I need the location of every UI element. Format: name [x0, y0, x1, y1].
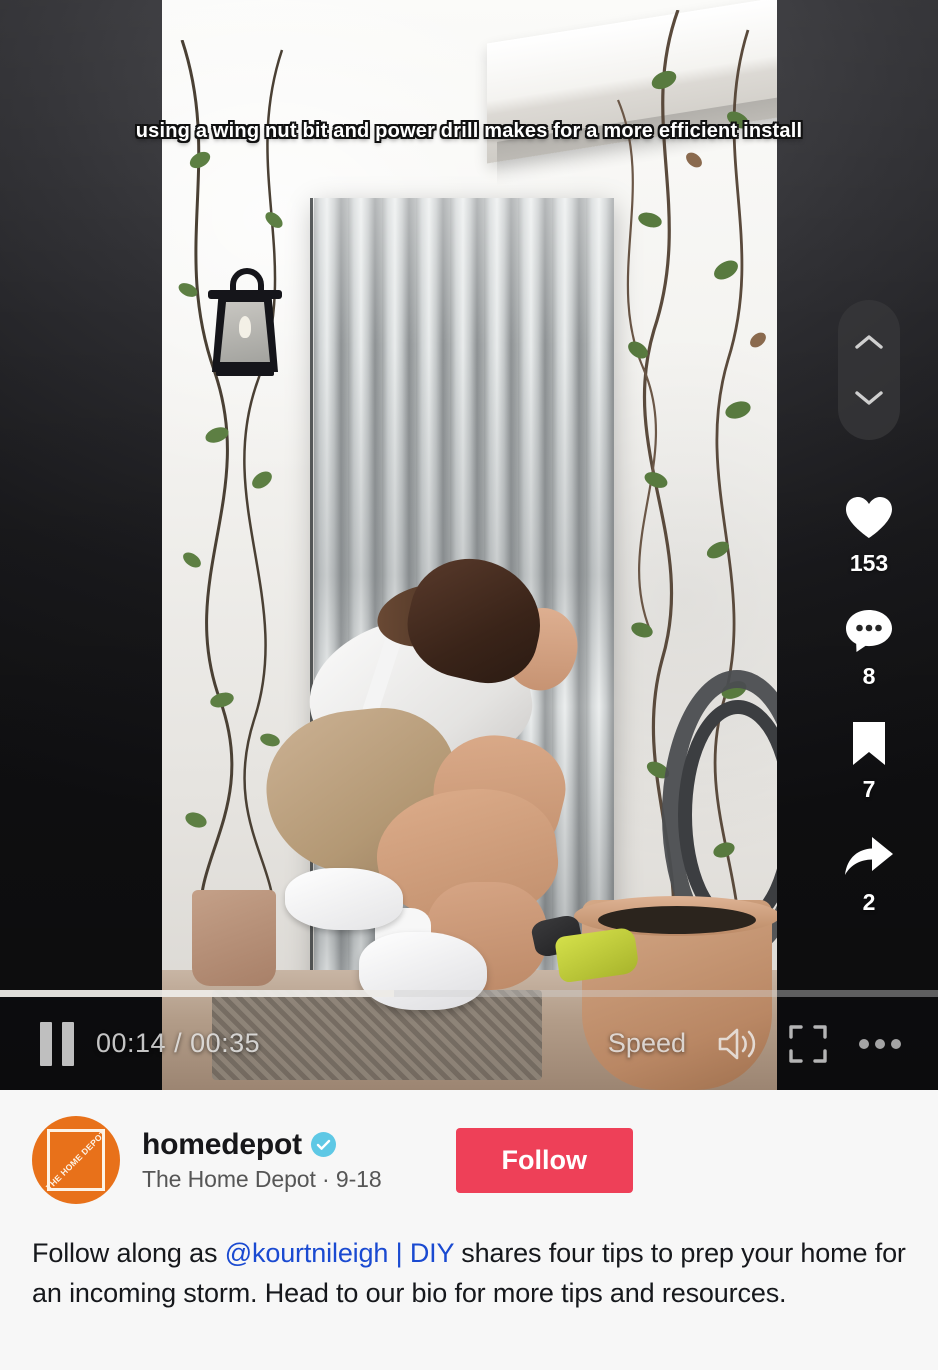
- caption-before: Follow along as: [32, 1238, 225, 1268]
- account-names: homedepot The Home Depot · 9-18: [142, 1128, 382, 1193]
- display-name-and-date: The Home Depot · 9-18: [142, 1165, 382, 1192]
- player-controls: 00:14 / 00:35 Speed: [0, 982, 938, 1090]
- account-row: THE HOME DEPOT homedepot The Home Depot …: [32, 1116, 906, 1204]
- bookmark-icon[interactable]: [841, 716, 897, 772]
- tiktok-video-post: using a wing nut bit and power drill mak…: [0, 0, 938, 1370]
- fullscreen-icon[interactable]: [788, 1024, 828, 1064]
- action-rail: 153 8 7 2: [814, 300, 924, 942]
- speed-button[interactable]: Speed: [608, 1028, 686, 1059]
- verified-badge-icon: [310, 1132, 336, 1157]
- progress-fill: [0, 990, 394, 997]
- avatar-logo-text: THE HOME DEPOT: [43, 1127, 108, 1192]
- chevron-down-icon[interactable]: [854, 389, 884, 407]
- share-button[interactable]: 2: [841, 829, 897, 916]
- comment-button[interactable]: 8: [841, 603, 897, 690]
- username-row: homedepot: [142, 1128, 382, 1162]
- share-icon[interactable]: [841, 829, 897, 885]
- pause-button[interactable]: [40, 1021, 74, 1066]
- share-count: 2: [862, 889, 876, 915]
- bookmark-button[interactable]: 7: [841, 716, 897, 803]
- post-caption: Follow along as @kourtnileigh | DIY shar…: [32, 1234, 906, 1314]
- video-scene: [162, 0, 777, 1090]
- mention-link[interactable]: @kourtnileigh | DIY: [225, 1238, 454, 1268]
- time-display: 00:14 / 00:35: [96, 1028, 261, 1058]
- bookmark-count: 7: [862, 776, 876, 802]
- chevron-up-icon[interactable]: [854, 333, 884, 351]
- video-frame[interactable]: [162, 0, 777, 1090]
- comment-count: 8: [862, 663, 876, 689]
- video-nav-pill[interactable]: [838, 300, 900, 440]
- like-count: 153: [849, 550, 889, 576]
- lantern-sconce: [208, 268, 284, 398]
- post-info-panel: THE HOME DEPOT homedepot The Home Depot …: [0, 1090, 938, 1370]
- heart-icon[interactable]: [841, 490, 897, 546]
- video-player-stage[interactable]: using a wing nut bit and power drill mak…: [0, 0, 938, 1090]
- person-installing-panel: [257, 546, 640, 1020]
- avatar[interactable]: THE HOME DEPOT: [32, 1116, 120, 1204]
- like-button[interactable]: 153: [841, 490, 897, 577]
- volume-icon[interactable]: [716, 1025, 758, 1063]
- username[interactable]: homedepot: [142, 1128, 302, 1162]
- home-depot-logo-icon: THE HOME DEPOT: [43, 1127, 108, 1192]
- follow-button[interactable]: Follow: [455, 1127, 633, 1193]
- more-options-icon[interactable]: [858, 1037, 902, 1051]
- comment-icon[interactable]: [841, 603, 897, 659]
- progress-bar[interactable]: [0, 990, 938, 997]
